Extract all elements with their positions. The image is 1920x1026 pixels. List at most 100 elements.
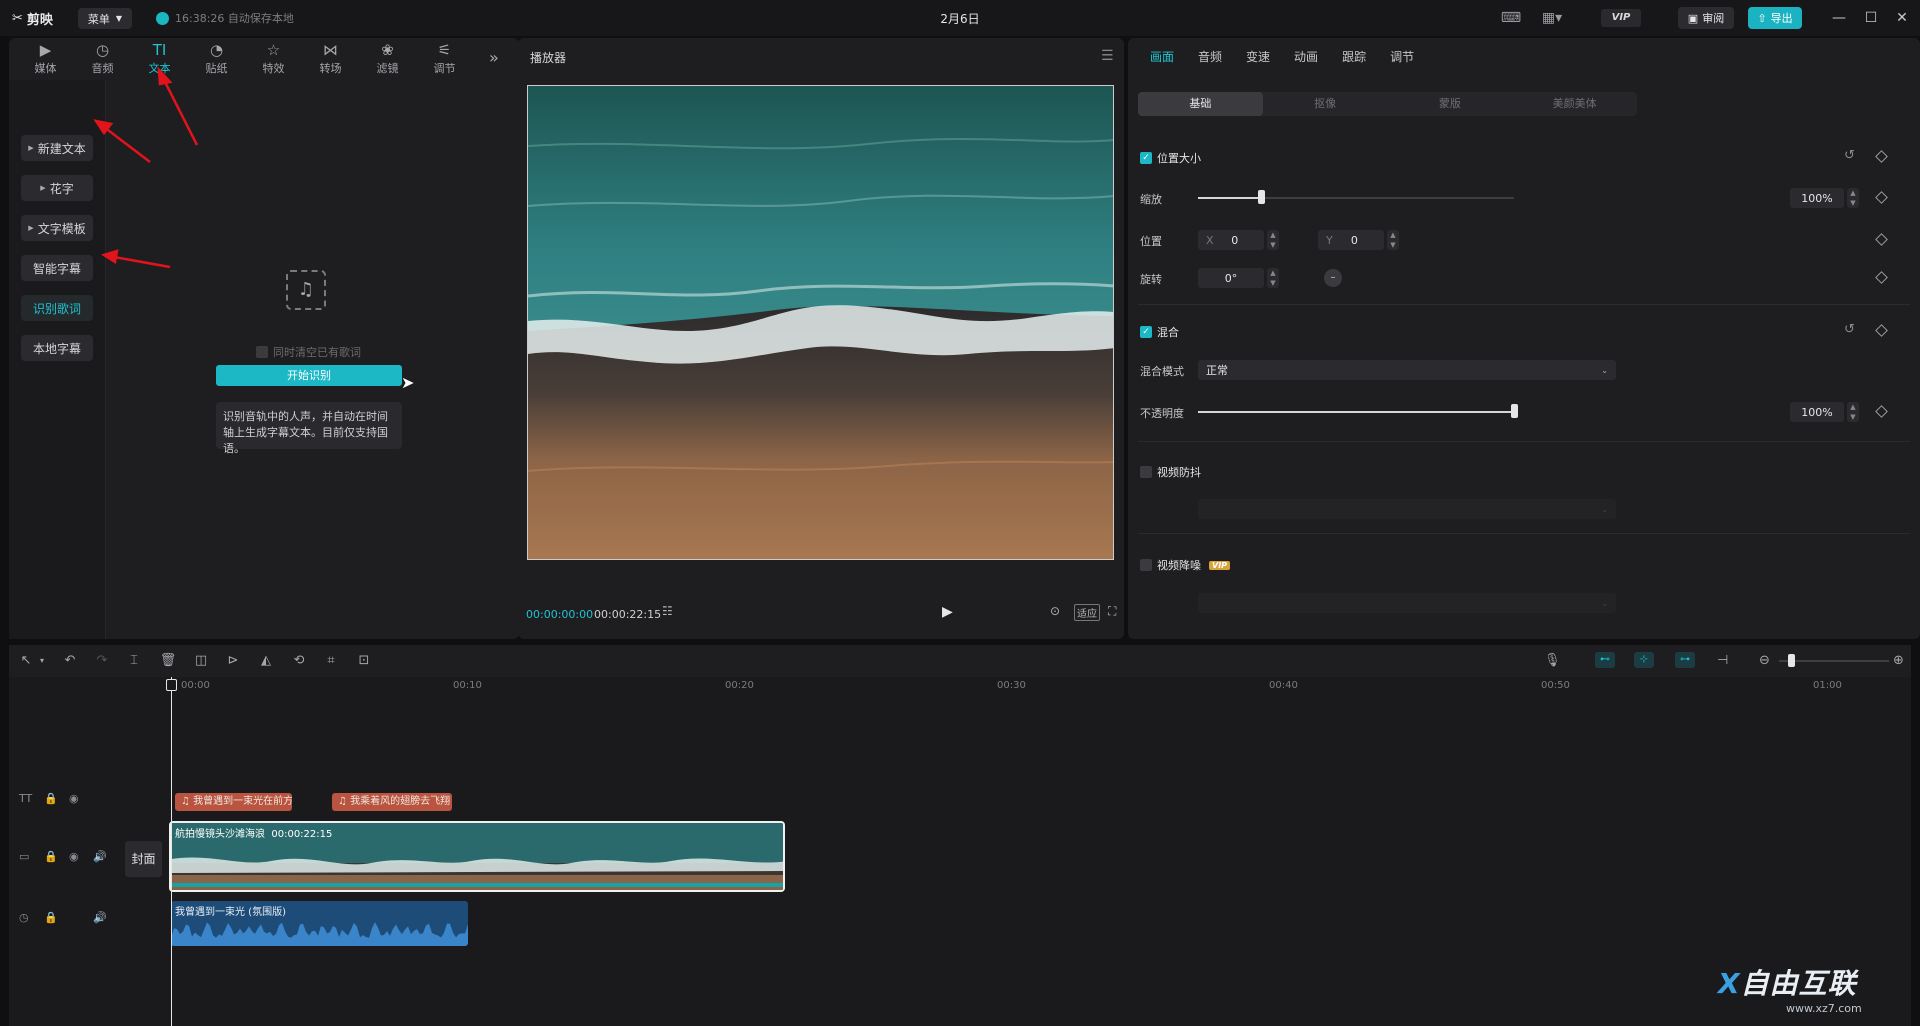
play-icon[interactable]: ▶: [942, 604, 953, 620]
preview-axis-icon[interactable]: ⊣: [1717, 653, 1728, 668]
keyframe-diamond-icon[interactable]: [1875, 150, 1888, 163]
main-track-magnet-icon[interactable]: ⊷: [1595, 652, 1615, 668]
tab-picture[interactable]: 画面: [1138, 38, 1186, 76]
tab-text[interactable]: TI 文本: [131, 38, 188, 80]
eye-icon[interactable]: ◉: [69, 792, 79, 805]
keyframe-diamond-icon[interactable]: [1875, 405, 1888, 418]
video-clip[interactable]: 航拍慢镜头沙滩海浪 00:00:22:15: [169, 821, 785, 892]
keyframe-diamond-icon[interactable]: [1875, 233, 1888, 246]
video-preview[interactable]: [527, 85, 1114, 560]
text-clip[interactable]: ♫ 我乘着风的翅膀去飞翔: [332, 793, 452, 811]
image-edit-icon[interactable]: ⊡: [355, 653, 373, 668]
keyframe-diamond-icon[interactable]: [1875, 271, 1888, 284]
sidebar-item-local-caption[interactable]: 本地字幕: [21, 335, 93, 361]
tab-effects[interactable]: ☆ 特效: [245, 38, 302, 80]
checkbox-icon[interactable]: [256, 346, 268, 358]
rotate-stepper-icon[interactable]: ▲ ▼: [1267, 268, 1279, 288]
lock-icon[interactable]: 🔒: [44, 911, 58, 924]
screenshot-icon[interactable]: ⊙: [1050, 604, 1060, 618]
menu-button[interactable]: 菜单 ▼: [78, 8, 132, 29]
speaker-icon[interactable]: 🔊: [93, 850, 107, 863]
playhead-handle[interactable]: [166, 679, 177, 691]
checkbox-icon[interactable]: [1140, 466, 1152, 478]
subtab-keying[interactable]: 抠像: [1263, 92, 1388, 116]
chevron-down-icon[interactable]: ▾: [33, 656, 51, 665]
checkbox-checked-icon[interactable]: ✓: [1140, 152, 1152, 164]
tab-sticker[interactable]: ◔ 贴纸: [188, 38, 245, 80]
start-recognition-button[interactable]: 开始识别: [216, 365, 402, 386]
tab-audio-props[interactable]: 音频: [1186, 38, 1234, 76]
more-tabs-icon[interactable]: »: [489, 48, 499, 67]
timeline[interactable]: TT 🔒 ◉ ▭ 🔒 ◉ 🔊 ◷ 🔒 🔊 00:00 00:10 00:20 0…: [9, 677, 1911, 1026]
tab-audio[interactable]: ◷ 音频: [74, 38, 131, 80]
sidebar-item-smart-caption[interactable]: 智能字幕: [21, 255, 93, 281]
opacity-value[interactable]: 100%: [1790, 402, 1844, 422]
reset-icon[interactable]: ↺: [1844, 148, 1855, 163]
cover-button[interactable]: 封面: [125, 841, 162, 877]
lock-icon[interactable]: 🔒: [44, 850, 58, 863]
tab-media[interactable]: ▶ 媒体: [17, 38, 74, 80]
hamburger-menu-icon[interactable]: ☰: [1101, 48, 1114, 64]
time-ruler[interactable]: 00:00 00:10 00:20 00:30 00:40 00:50 01:0…: [121, 677, 1911, 699]
lock-icon[interactable]: 🔒: [44, 792, 58, 805]
x-stepper-icon[interactable]: ▲ ▼: [1267, 230, 1279, 250]
tab-filter[interactable]: ❀ 滤镜: [359, 38, 416, 80]
position-size-section[interactable]: ✓ 位置大小: [1140, 150, 1201, 166]
keyboard-icon[interactable]: ⌨: [1500, 9, 1522, 27]
zoom-in-icon[interactable]: ⊕: [1893, 653, 1904, 668]
crop-icon[interactable]: ⌗: [322, 653, 340, 668]
keyframe-diamond-icon[interactable]: [1875, 191, 1888, 204]
tab-animation[interactable]: 动画: [1282, 38, 1330, 76]
audio-clip[interactable]: 我曾遇到一束光 (氛围版): [171, 901, 468, 946]
sidebar-item-fancy-text[interactable]: ▶ 花字: [21, 175, 93, 201]
sidebar-item-new-text[interactable]: ▶ 新建文本: [21, 135, 93, 161]
blend-mode-select[interactable]: 正常 ⌄: [1198, 360, 1616, 380]
minimize-icon[interactable]: —: [1827, 8, 1851, 28]
clear-lyrics-option[interactable]: 同时清空已有歌词: [256, 344, 361, 360]
scale-value[interactable]: 100%: [1790, 188, 1844, 208]
split-icon[interactable]: ⌶: [125, 653, 143, 668]
checkbox-checked-icon[interactable]: ✓: [1140, 326, 1152, 338]
denoise-section[interactable]: 视频降噪 VIP: [1140, 557, 1231, 573]
opacity-stepper-icon[interactable]: ▲ ▼: [1847, 402, 1859, 422]
delete-icon[interactable]: 🗑: [159, 653, 177, 668]
mirror-icon[interactable]: ◭: [257, 653, 275, 668]
sidebar-item-recognize-lyrics[interactable]: 识别歌词: [21, 295, 93, 321]
export-button[interactable]: ⇧ 导出: [1748, 7, 1802, 29]
tab-adjust-props[interactable]: 调节: [1378, 38, 1426, 76]
fit-ratio-button[interactable]: 适应: [1074, 604, 1100, 621]
text-clip[interactable]: ♫ 我曾遇到一束光在前方: [175, 793, 292, 811]
rotate-icon[interactable]: ⟲: [290, 653, 308, 668]
zoom-slider-knob[interactable]: [1788, 654, 1795, 667]
subtab-basic[interactable]: 基础: [1138, 92, 1263, 116]
fullscreen-icon[interactable]: ⛶: [1108, 604, 1116, 619]
rotate-dial-icon[interactable]: –: [1324, 269, 1342, 287]
close-icon[interactable]: ✕: [1890, 8, 1914, 28]
undo-icon[interactable]: ↶: [61, 653, 79, 668]
subtab-beauty[interactable]: 美颜美体: [1512, 92, 1637, 116]
keyframe-diamond-icon[interactable]: [1875, 324, 1888, 337]
microphone-icon[interactable]: 🎙: [1544, 653, 1561, 668]
scale-stepper-icon[interactable]: ▲ ▼: [1847, 188, 1859, 208]
tab-transition[interactable]: ⋈ 转场: [302, 38, 359, 80]
scale-slider[interactable]: [1198, 197, 1514, 199]
review-button[interactable]: ▣ 审阅: [1678, 7, 1734, 29]
opacity-slider-knob[interactable]: [1511, 404, 1518, 418]
zoom-slider[interactable]: [1779, 660, 1889, 662]
subtab-mask[interactable]: 蒙版: [1388, 92, 1513, 116]
reverse-icon[interactable]: ⊳: [224, 653, 242, 668]
checkbox-icon[interactable]: [1140, 559, 1152, 571]
maximize-icon[interactable]: ☐: [1859, 8, 1883, 28]
reset-icon[interactable]: ↺: [1844, 322, 1855, 337]
vip-badge[interactable]: VIP: [1601, 9, 1641, 27]
layout-icon[interactable]: ▦▾: [1536, 9, 1568, 27]
stabilize-section[interactable]: 视频防抖: [1140, 464, 1201, 480]
snap-icon[interactable]: ⊹: [1634, 652, 1654, 668]
rotate-value[interactable]: 0°: [1198, 268, 1264, 288]
sidebar-item-text-template[interactable]: ▶ 文字模板: [21, 215, 93, 241]
eye-icon[interactable]: ◉: [69, 850, 79, 863]
linkage-icon[interactable]: ⊶: [1675, 652, 1695, 668]
speaker-icon[interactable]: 🔊: [93, 911, 107, 924]
tab-tracking[interactable]: 跟踪: [1330, 38, 1378, 76]
position-x-field[interactable]: X0: [1198, 230, 1264, 250]
